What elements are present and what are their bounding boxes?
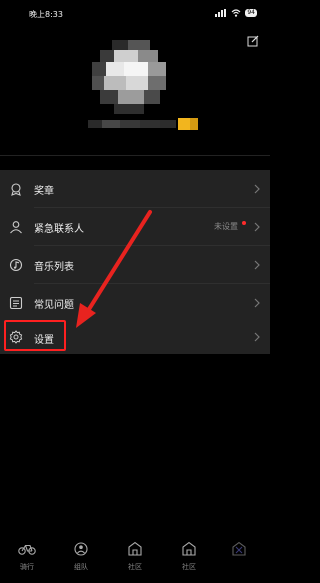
tab-team[interactable]: 组队 — [54, 533, 108, 583]
settings-highlight-box — [4, 320, 66, 351]
faq-icon — [9, 296, 23, 310]
menu-item-emergency-contact[interactable]: 紧急联系人 未设置 — [0, 208, 270, 246]
username-blurred — [88, 118, 200, 132]
menu-item-label: 音乐列表 — [34, 262, 74, 273]
contact-icon — [10, 221, 22, 234]
menu-item-label: 常见问题 — [34, 300, 74, 311]
menu-group: 奖章 紧急联系人 未设置 音乐列表 常见问题 — [0, 170, 270, 322]
chevron-right-icon — [254, 222, 260, 232]
menu-item-music-list[interactable]: 音乐列表 — [0, 246, 270, 284]
tab-label: 组队 — [74, 563, 88, 571]
tab-community[interactable]: 社区 — [108, 533, 162, 583]
menu-item-label: 紧急联系人 — [34, 224, 84, 235]
tab-label: 社区 — [182, 563, 196, 571]
section-divider — [0, 155, 270, 156]
status-time: 晚上8:33 — [29, 10, 63, 19]
tab-label: 社区 — [128, 563, 142, 571]
chevron-right-icon — [254, 298, 260, 308]
chevron-right-icon — [254, 332, 260, 342]
chevron-right-icon — [254, 184, 260, 194]
tab-ride[interactable]: 骑行 — [0, 533, 54, 583]
signal-icon — [215, 9, 227, 17]
medal-icon — [11, 183, 21, 196]
edit-icon[interactable] — [247, 35, 259, 47]
team-icon — [74, 542, 88, 556]
tab-profile[interactable] — [216, 533, 270, 583]
emergency-contact-status: 未设置 — [214, 222, 238, 231]
community-icon — [128, 541, 142, 556]
profile-icon — [232, 541, 246, 556]
status-icons: 94 — [215, 9, 257, 17]
music-icon — [9, 258, 23, 272]
bottom-tab-bar: 骑行 组队 社区 社区 — [0, 533, 270, 583]
chevron-right-icon — [254, 260, 260, 270]
community-icon — [182, 541, 196, 556]
menu-item-label: 奖章 — [34, 186, 54, 197]
avatar[interactable] — [92, 40, 180, 118]
menu-item-faq[interactable]: 常见问题 — [0, 284, 270, 322]
battery-indicator: 94 — [245, 9, 257, 17]
wifi-icon — [231, 9, 241, 17]
bike-icon — [18, 544, 36, 555]
tab-community-2[interactable]: 社区 — [162, 533, 216, 583]
notification-dot — [242, 221, 246, 225]
menu-item-medals[interactable]: 奖章 — [0, 170, 270, 208]
status-bar: 晚上8:33 94 — [0, 0, 270, 28]
tab-label: 骑行 — [20, 563, 34, 571]
